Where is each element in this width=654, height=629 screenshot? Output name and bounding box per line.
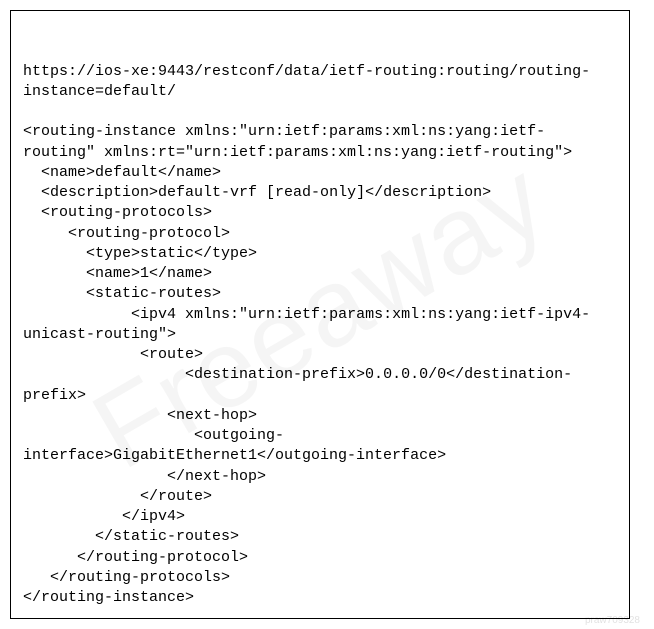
description-element: <description>default-vrf [read-only]</de… xyxy=(23,184,491,201)
routing-protocols-close: </routing-protocols> xyxy=(23,569,230,586)
destination-prefix: <destination-prefix>0.0.0.0/0</destinati… xyxy=(23,366,572,403)
outgoing-interface: <outgoing-interface>GigabitEthernet1</ou… xyxy=(23,427,446,464)
routing-instance-open: <routing-instance xmlns:"urn:ietf:params… xyxy=(23,123,572,160)
routing-instance-close: </routing-instance> xyxy=(23,589,194,606)
routing-protocol-open: <routing-protocol> xyxy=(23,225,230,242)
static-routes-open: <static-routes> xyxy=(23,285,221,302)
route-open: <route> xyxy=(23,346,203,363)
restconf-url: https://ios-xe:9443/restconf/data/ietf-r… xyxy=(23,63,590,100)
routing-protocols-open: <routing-protocols> xyxy=(23,204,212,221)
next-hop-close: </next-hop> xyxy=(23,468,266,485)
static-routes-close: </static-routes> xyxy=(23,528,239,545)
ipv4-open: <ipv4 xmlns:"urn:ietf:params:xml:ns:yang… xyxy=(23,306,590,343)
footer-id: praw709328 xyxy=(585,614,640,628)
name-element: <name>default</name> xyxy=(23,164,221,181)
type-element: <type>static</type> xyxy=(23,245,257,262)
rp-name-element: <name>1</name> xyxy=(23,265,212,282)
route-close: </route> xyxy=(23,488,212,505)
next-hop-open: <next-hop> xyxy=(23,407,257,424)
ipv4-close: </ipv4> xyxy=(23,508,185,525)
xml-code-block: Freeaway https://ios-xe:9443/restconf/da… xyxy=(10,10,630,619)
routing-protocol-close: </routing-protocol> xyxy=(23,549,248,566)
